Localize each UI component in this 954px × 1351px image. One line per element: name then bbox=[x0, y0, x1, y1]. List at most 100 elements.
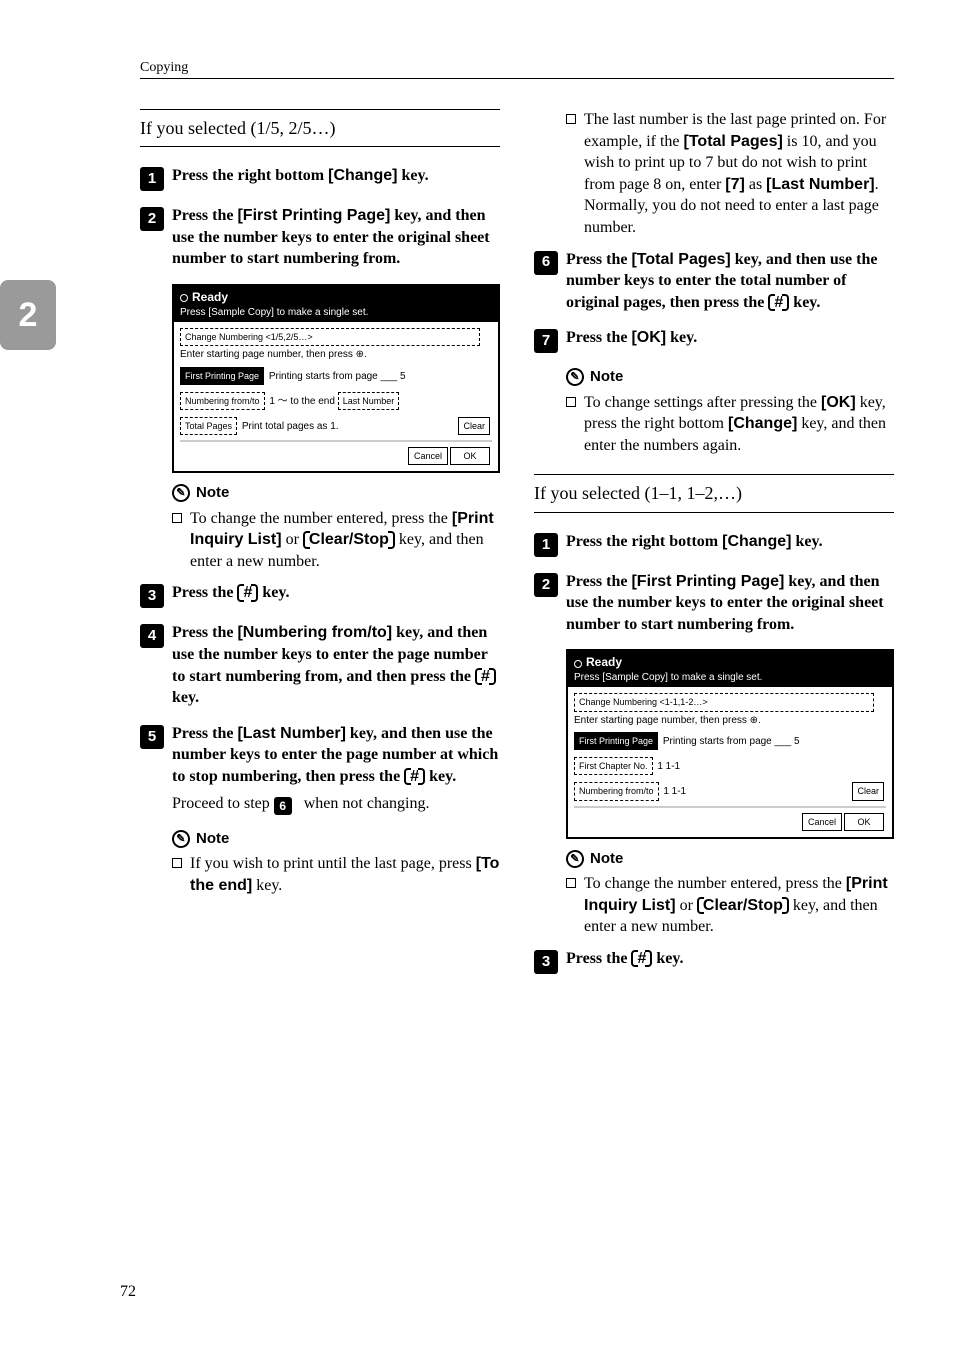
note-label: Note bbox=[196, 829, 229, 849]
note-label: Note bbox=[590, 367, 623, 387]
step-1: 1 Press the right bottom [Change] key. bbox=[534, 531, 894, 557]
note-icon bbox=[169, 481, 193, 505]
bullet-text: as bbox=[745, 176, 766, 193]
panel-title: Change Numbering <1/5,2/5…> bbox=[180, 328, 480, 346]
cancel-button[interactable]: Cancel bbox=[408, 447, 448, 465]
value-text: 1 1-1 bbox=[663, 786, 686, 797]
key-label: Clear/Stop bbox=[697, 895, 789, 917]
key-label: # bbox=[237, 582, 258, 604]
hint-text: Press [Sample Copy] to make a single set… bbox=[574, 672, 762, 683]
step-number: 2 bbox=[140, 207, 164, 231]
note-heading: Note bbox=[172, 829, 500, 849]
step-text: key. bbox=[666, 329, 697, 346]
page-number: 72 bbox=[120, 1283, 136, 1301]
first-printing-page-button[interactable]: First Printing Page bbox=[180, 367, 264, 385]
ui-label: [Total Pages] bbox=[684, 133, 783, 150]
bullet-icon bbox=[172, 513, 182, 523]
subproc-title: If you selected (1/5, 2/5…) bbox=[140, 109, 500, 147]
left-column: If you selected (1/5, 2/5…) 1 Press the … bbox=[140, 109, 500, 988]
step-text: Press the bbox=[566, 251, 631, 268]
note-label: Note bbox=[196, 483, 229, 503]
ui-label: [OK] bbox=[821, 394, 856, 411]
info-bullet: The last number is the last page printed… bbox=[566, 109, 894, 239]
step-6: 6 Press the [Total Pages] key, and then … bbox=[534, 249, 894, 314]
status-led-icon bbox=[180, 294, 188, 302]
step-number: 5 bbox=[140, 725, 164, 749]
ui-label: [Last Number] bbox=[766, 176, 874, 193]
step-extra-text: when not changing. bbox=[300, 795, 430, 812]
status-led-icon bbox=[574, 660, 582, 668]
value-text: 1 1-1 bbox=[657, 761, 680, 772]
numbering-fromto-button[interactable]: Numbering from/to bbox=[180, 392, 265, 410]
note-bullet: To change the number entered, press the … bbox=[172, 508, 500, 573]
note-text: To change settings after pressing the bbox=[584, 394, 821, 411]
step-number: 7 bbox=[534, 329, 558, 353]
first-printing-page-button[interactable]: First Printing Page bbox=[574, 732, 658, 750]
step-ref-icon: 6 bbox=[274, 797, 292, 815]
note-text: To change the number entered, press the bbox=[584, 875, 846, 892]
cancel-button[interactable]: Cancel bbox=[802, 813, 842, 831]
step-text: Press the bbox=[566, 573, 631, 590]
step-2: 2 Press the [First Printing Page] key, a… bbox=[534, 571, 894, 636]
note-text: If you wish to print until the last page… bbox=[190, 855, 476, 872]
instruction-text: Enter starting page number, then press ⊕… bbox=[574, 714, 886, 728]
instruction-text: Enter starting page number, then press ⊕… bbox=[180, 348, 492, 362]
numbering-fromto-button[interactable]: Numbering from/to bbox=[574, 782, 659, 800]
ui-label: [First Printing Page] bbox=[237, 207, 390, 224]
last-number-button[interactable]: Last Number bbox=[338, 392, 400, 410]
step-text: key. bbox=[791, 533, 822, 550]
key-label: Clear/Stop bbox=[303, 529, 395, 551]
step-text: Press the right bottom bbox=[566, 533, 722, 550]
value-text: Printing starts from page ___ 5 bbox=[269, 371, 406, 382]
note-icon bbox=[563, 366, 587, 390]
step-number: 1 bbox=[534, 533, 558, 557]
step-number: 2 bbox=[534, 573, 558, 597]
key-label: # bbox=[768, 292, 789, 314]
note-label: Note bbox=[590, 849, 623, 869]
bullet-icon bbox=[566, 397, 576, 407]
chapter-tab: 2 bbox=[0, 280, 56, 350]
note-text: or bbox=[676, 897, 697, 914]
subproc-title: If you selected (1–1, 1–2,…) bbox=[534, 474, 894, 512]
note-bullet: To change settings after pressing the [O… bbox=[566, 392, 894, 457]
step-text: Press the bbox=[172, 725, 237, 742]
step-3: 3 Press the # key. bbox=[534, 948, 894, 974]
ui-label: [OK] bbox=[631, 329, 666, 346]
step-3: 3 Press the # key. bbox=[140, 582, 500, 608]
clear-button[interactable]: Clear bbox=[852, 782, 884, 800]
value-text: Printing starts from page ___ 5 bbox=[663, 736, 800, 747]
note-bullet: To change the number entered, press the … bbox=[566, 873, 894, 938]
ui-label: [Numbering from/to] bbox=[237, 624, 392, 641]
step-text: Press the bbox=[566, 950, 631, 967]
key-label: # bbox=[631, 948, 652, 970]
note-heading: Note bbox=[566, 367, 894, 387]
step-text: key. bbox=[397, 167, 428, 184]
ok-button[interactable]: OK bbox=[450, 447, 490, 465]
step-text: key. bbox=[652, 950, 683, 967]
note-text: or bbox=[282, 531, 303, 548]
step-number: 1 bbox=[140, 167, 164, 191]
total-pages-button[interactable]: Total Pages bbox=[180, 417, 237, 435]
step-number: 4 bbox=[140, 624, 164, 648]
step-text: Press the bbox=[566, 329, 631, 346]
ui-label: [Change] bbox=[728, 415, 797, 432]
bullet-icon bbox=[566, 114, 576, 124]
value-text: Print total pages as 1. bbox=[242, 421, 339, 432]
ui-label: [Total Pages] bbox=[631, 251, 730, 268]
panel-title: Change Numbering <1-1,1-2…> bbox=[574, 693, 874, 711]
step-number: 3 bbox=[140, 584, 164, 608]
first-chapter-no-button[interactable]: First Chapter No. bbox=[574, 757, 653, 775]
note-text: key. bbox=[252, 877, 282, 894]
step-extra-text: Proceed to step bbox=[172, 795, 274, 812]
display-screenshot: ReadyPress [Sample Copy] to make a singl… bbox=[566, 649, 894, 838]
step-text: Press the bbox=[172, 624, 237, 641]
ok-button[interactable]: OK bbox=[844, 813, 884, 831]
status-text: Ready bbox=[192, 290, 228, 304]
clear-button[interactable]: Clear bbox=[458, 417, 490, 435]
step-5: 5 Press the [Last Number] key, and then … bbox=[140, 723, 500, 815]
note-heading: Note bbox=[566, 849, 894, 869]
step-text: Press the bbox=[172, 207, 237, 224]
note-icon bbox=[563, 847, 587, 871]
step-text: key. bbox=[258, 584, 289, 601]
step-text: Press the bbox=[172, 584, 237, 601]
